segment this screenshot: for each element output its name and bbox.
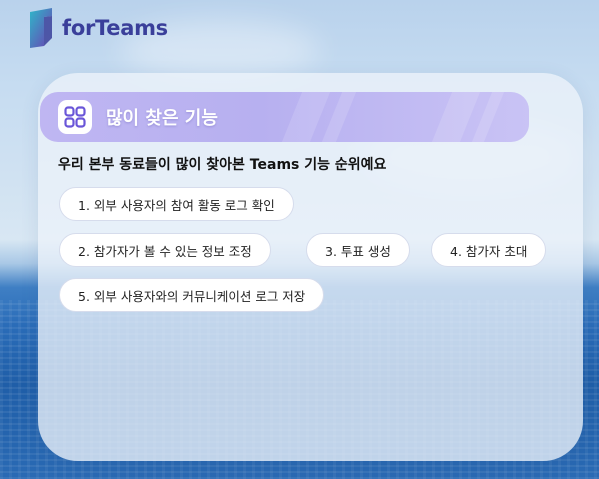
feature-chip-3[interactable]: 3. 투표 생성 [306,233,410,267]
section-header: 많이 찾은 기능 [40,92,529,142]
section-title: 많이 찾은 기능 [106,108,218,129]
feature-chip-1[interactable]: 1. 외부 사용자의 참여 활동 로그 확인 [59,187,294,221]
app-logo[interactable]: forTeams [28,8,168,48]
logo-text: forTeams [62,16,168,40]
forteams-logo-icon [28,8,54,48]
feature-chip-2[interactable]: 2. 참가자가 볼 수 있는 정보 조정 [59,233,271,267]
grid-apps-icon [58,100,92,134]
feature-chip-4[interactable]: 4. 참가자 초대 [431,233,547,267]
feature-chip-5[interactable]: 5. 외부 사용자와의 커뮤니케이션 로그 저장 [59,278,325,312]
section-subtitle: 우리 본부 동료들이 많이 찾아본 Teams 기능 순위예요 [58,157,387,173]
